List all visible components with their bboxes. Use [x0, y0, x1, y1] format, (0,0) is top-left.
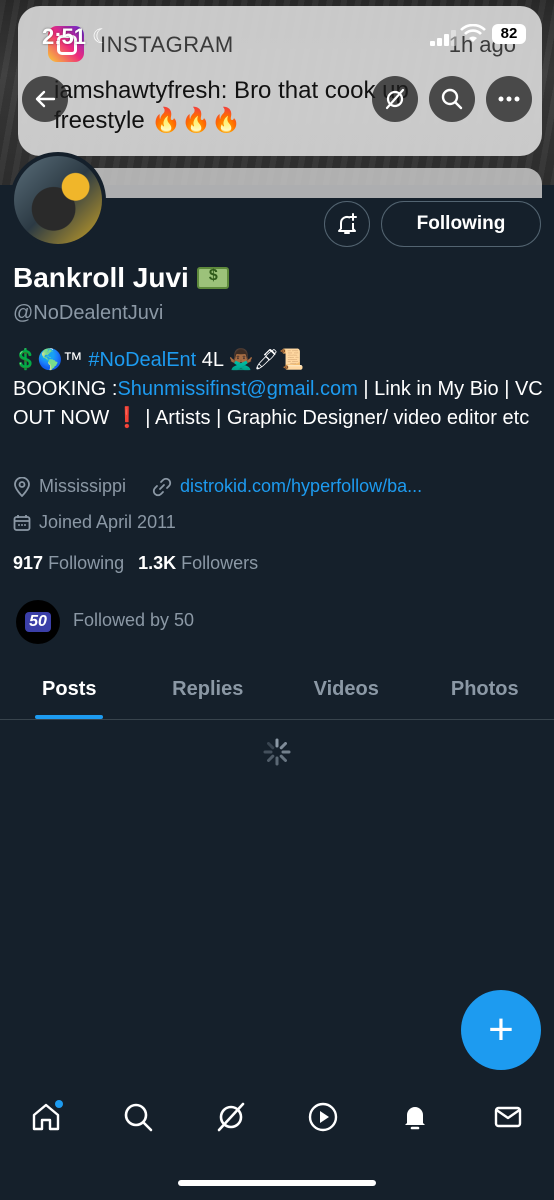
bio-hashtag-link[interactable]: #NoDealEnt — [88, 349, 196, 371]
link-icon — [152, 477, 172, 496]
display-name: Bankroll Juvi — [13, 262, 229, 294]
calendar-icon — [13, 514, 31, 531]
website-link[interactable]: distrokid.com/hyperfollow/ba... — [180, 476, 422, 497]
nav-notifications[interactable] — [392, 1094, 438, 1140]
username-handle: @NoDealentJuvi — [13, 302, 164, 324]
followers-count: 1.3K — [138, 553, 177, 573]
notifications-icon — [405, 1107, 426, 1130]
bottom-navigation — [0, 1085, 554, 1149]
following-count: 917 — [13, 553, 44, 573]
search-button[interactable] — [429, 76, 475, 122]
loading-spinner-icon — [263, 738, 291, 766]
following-label: Following — [48, 553, 125, 573]
profile-avatar[interactable] — [10, 152, 106, 248]
tab-photos[interactable]: Photos — [416, 660, 554, 719]
nav-grok[interactable] — [208, 1094, 254, 1140]
search-icon — [441, 88, 463, 110]
bio-email-link[interactable]: Shunmissifinst@gmail.com — [117, 378, 357, 400]
nav-messages[interactable] — [485, 1094, 531, 1140]
following-count-link[interactable]: 917 Following — [13, 553, 124, 574]
followers-count-link[interactable]: 1.3K Followers — [138, 553, 258, 574]
messages-icon — [494, 1106, 521, 1128]
search-icon — [125, 1103, 153, 1132]
notification-app-name: INSTAGRAM — [100, 32, 234, 57]
battery-indicator: 82 — [492, 24, 526, 44]
location-text: Mississippi — [39, 476, 127, 496]
profile-meta-location-row: Mississippi distrokid.com/hyperfollow/ba… — [13, 476, 422, 497]
arrow-left-icon — [35, 90, 56, 108]
grok-button[interactable] — [372, 76, 418, 122]
tab-posts[interactable]: Posts — [0, 660, 139, 719]
avatar-image — [14, 156, 102, 244]
grok-icon — [385, 88, 405, 110]
status-time: 2:51 — [42, 24, 87, 49]
back-button[interactable] — [22, 76, 68, 122]
profile-bio: 💲🌎™ #NoDealEnt 4L 🙅🏾‍♂️🖊📜 BOOKING :Shunm… — [13, 346, 543, 433]
grok-icon — [217, 1102, 245, 1132]
compose-post-button[interactable]: + — [461, 990, 541, 1070]
wifi-icon — [460, 23, 486, 50]
followed-by-avatar-label: 50 — [25, 612, 51, 632]
more-button[interactable] — [486, 76, 532, 122]
home-indicator — [178, 1180, 376, 1186]
video-icon — [308, 1102, 338, 1132]
notification-stack-card[interactable] — [60, 168, 542, 198]
bio-prefix: 💲🌎™ — [13, 349, 89, 371]
following-button[interactable]: Following — [381, 201, 541, 247]
tab-videos[interactable]: Videos — [277, 660, 416, 719]
bell-plus-icon — [338, 213, 357, 234]
money-icon — [196, 267, 229, 289]
follow-counts: 917 Following 1.3K Followers — [13, 553, 258, 574]
signal-icon — [430, 30, 460, 46]
more-icon — [498, 96, 520, 102]
moon-icon: ☾ — [92, 26, 110, 48]
followed-by-avatar[interactable]: 50 — [16, 600, 60, 644]
location-icon — [14, 476, 30, 497]
followers-label: Followers — [181, 553, 259, 573]
display-name-text: Bankroll Juvi — [13, 262, 189, 293]
nav-search[interactable] — [115, 1094, 161, 1140]
nav-video[interactable] — [300, 1094, 346, 1140]
joined-date: Joined April 2011 — [39, 512, 176, 532]
bio-booking: BOOKING : — [13, 378, 118, 400]
tab-replies[interactable]: Replies — [139, 660, 278, 719]
notification-text: iamshawtyfresh: Bro that cook up freesty… — [54, 77, 409, 134]
profile-meta-joined-row: Joined April 2011 — [13, 512, 176, 533]
notifications-toggle-button[interactable] — [324, 201, 370, 247]
bio-after-hashtag: 4L 🙅🏾‍♂️🖊📜 — [196, 349, 305, 371]
profile-tabs: Posts Replies Videos Photos — [0, 660, 554, 720]
nav-home[interactable] — [23, 1094, 69, 1140]
plus-icon: + — [488, 1005, 514, 1054]
followed-by-text[interactable]: Followed by 50 — [73, 610, 194, 631]
